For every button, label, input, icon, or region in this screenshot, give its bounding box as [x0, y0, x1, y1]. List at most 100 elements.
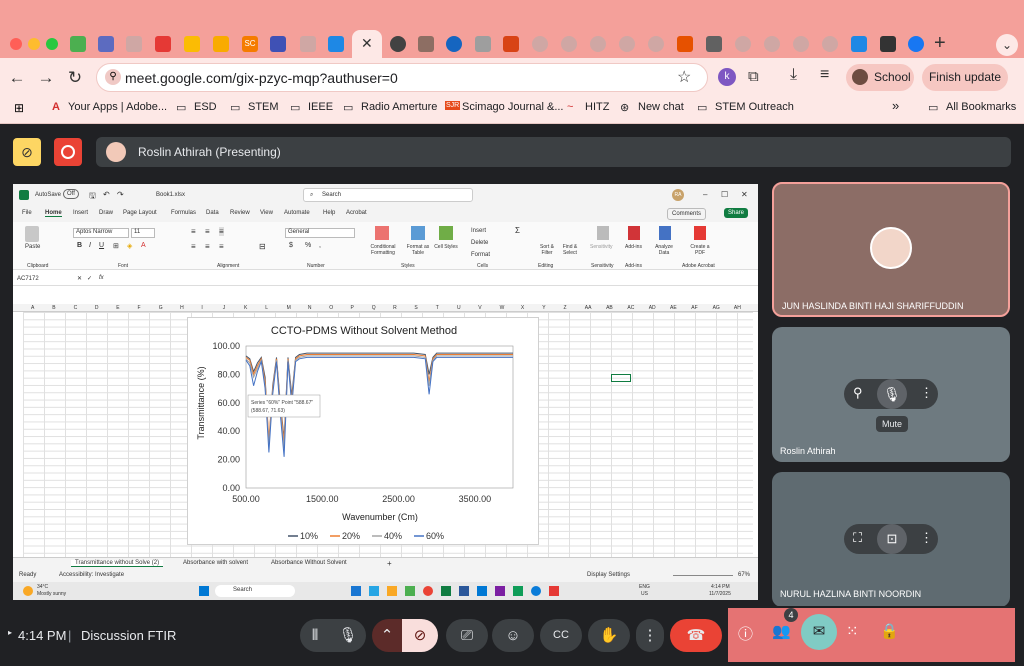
tab-icon[interactable]	[677, 36, 693, 52]
currency-icon[interactable]: $	[289, 242, 293, 249]
paste-icon[interactable]	[25, 226, 39, 242]
tab-icon[interactable]	[561, 36, 577, 52]
user-avatar[interactable]: RA	[672, 189, 684, 201]
sensitivity-button[interactable]: Sensitivity	[590, 244, 613, 250]
name-box[interactable]: AC7172	[17, 276, 67, 286]
pin-icon[interactable]: ⚲	[853, 385, 863, 401]
taskbar-app-icon[interactable]	[387, 586, 397, 596]
column-header[interactable]: AG	[713, 305, 720, 311]
column-header[interactable]: AH	[734, 305, 741, 311]
frame-icon[interactable]: ⛶	[853, 530, 862, 546]
tab-icon[interactable]	[764, 36, 780, 52]
cancel-icon[interactable]: ✕	[77, 275, 82, 282]
tab-icon[interactable]	[822, 36, 838, 52]
cell-styles-icon[interactable]	[439, 226, 453, 240]
tab-icon[interactable]	[706, 36, 722, 52]
address-bar[interactable]: ⚲ meet.google.com/gix-pzyc-mqp?authuser=…	[96, 63, 708, 92]
record-button[interactable]	[54, 138, 82, 166]
sensitivity-icon[interactable]	[597, 226, 609, 240]
column-header[interactable]: J	[223, 305, 226, 311]
format-as-table-button[interactable]: Format as Table	[401, 244, 435, 256]
tab-icon[interactable]	[619, 36, 635, 52]
taskbar-word-icon[interactable]	[459, 586, 469, 596]
more-options-icon[interactable]: ⋮	[636, 619, 664, 652]
align-top-icon[interactable]: ≡	[191, 227, 196, 236]
column-header[interactable]: M	[287, 305, 291, 311]
tab-review[interactable]: Review	[230, 210, 250, 216]
tab-active[interactable]: ✕	[352, 30, 382, 58]
more-options-icon[interactable]: ⋮	[920, 385, 933, 401]
start-icon[interactable]	[199, 586, 209, 596]
taskbar-app-icon[interactable]	[513, 586, 523, 596]
column-header[interactable]: D	[95, 305, 99, 311]
column-header[interactable]: AD	[649, 305, 656, 311]
analyze-data-button[interactable]: Analyze Data	[653, 244, 675, 256]
share-button[interactable]: Share	[724, 208, 749, 218]
column-header[interactable]: AA	[585, 305, 592, 311]
bookmark-item[interactable]: Scimago Journal &...	[462, 101, 564, 113]
tab-icon[interactable]	[70, 36, 86, 52]
conditional-formatting-icon[interactable]	[375, 226, 389, 240]
number-format-field[interactable]: General	[285, 228, 355, 238]
taskbar-app-icon[interactable]	[423, 586, 433, 596]
apps-icon[interactable]: ⊞	[14, 101, 24, 115]
tab-view[interactable]: View	[260, 210, 273, 216]
comments-button[interactable]: Comments	[667, 208, 707, 220]
close-tab-icon[interactable]: ✕	[361, 35, 373, 52]
align-bottom-icon[interactable]: ≡	[219, 227, 224, 236]
fx-label[interactable]: fx	[99, 275, 104, 281]
audio-options-icon[interactable]: ⦀	[300, 619, 330, 652]
column-header[interactable]: A	[31, 305, 34, 311]
tab-icon[interactable]	[735, 36, 751, 52]
site-info-icon[interactable]: ⚲	[105, 69, 121, 85]
tab-icon[interactable]	[446, 36, 462, 52]
captions-off-icon[interactable]: ⊘	[13, 138, 41, 166]
tab-automate[interactable]: Automate	[284, 210, 310, 216]
tab-icon[interactable]	[590, 36, 606, 52]
column-header[interactable]: I	[201, 305, 202, 311]
bookmark-item[interactable]: Your Apps | Adobe...	[68, 101, 167, 113]
find-select-button[interactable]: Find & Select	[559, 244, 581, 256]
download-icon[interactable]: ⤓	[790, 66, 797, 84]
camera-off-icon[interactable]: ⊘	[402, 619, 438, 652]
close-window-icon[interactable]	[10, 38, 22, 50]
maximize-window-icon[interactable]	[46, 38, 58, 50]
percent-icon[interactable]: %	[305, 242, 311, 249]
autosum-icon[interactable]: Σ	[515, 226, 520, 235]
column-header[interactable]: AF	[691, 305, 697, 311]
bookmark-item[interactable]: STEM Outreach	[715, 101, 794, 113]
tab-icon[interactable]	[503, 36, 519, 52]
tab-help[interactable]: Help	[323, 210, 335, 216]
tab-icon[interactable]	[300, 36, 316, 52]
tab-insert[interactable]: Insert	[73, 210, 88, 216]
autosave-toggle[interactable]: Off	[63, 189, 79, 199]
taskbar-app-icon[interactable]	[369, 586, 379, 596]
column-header[interactable]: H	[180, 305, 184, 311]
taskbar-search[interactable]: Search	[215, 585, 295, 597]
tab-formulas[interactable]: Formulas	[171, 210, 196, 216]
new-tab-icon[interactable]: +	[934, 32, 946, 55]
video-options-icon[interactable]: ⌃	[372, 619, 402, 652]
media-icon[interactable]: ≡	[820, 66, 829, 84]
column-header[interactable]: F	[138, 305, 141, 311]
raise-hand-icon[interactable]: ✋	[588, 619, 630, 652]
tab-icon[interactable]	[155, 36, 171, 52]
format-cells-button[interactable]: Format	[471, 252, 490, 258]
bookmark-item[interactable]: STEM	[248, 101, 279, 113]
present-icon[interactable]: ⎚	[446, 619, 488, 652]
drive-icon[interactable]	[184, 36, 200, 52]
create-pdf-button[interactable]: Create a PDF	[688, 244, 712, 256]
tab-page-layout[interactable]: Page Layout	[123, 210, 157, 216]
meeting-info-icon[interactable]: ⓘ	[738, 623, 753, 644]
participant-tile[interactable]: ⚲ 🎙 ⋮ Mute Roslin Athirah	[772, 327, 1010, 462]
column-header[interactable]: B	[52, 305, 55, 311]
column-header[interactable]: Z	[564, 305, 567, 311]
zoom-slider[interactable]	[673, 575, 733, 576]
expand-icon[interactable]: ▸	[8, 628, 12, 637]
tab-home[interactable]: Home	[45, 210, 62, 217]
column-header[interactable]: P	[351, 305, 354, 311]
chat-icon[interactable]: ✉	[801, 614, 837, 650]
emoji-icon[interactable]: ☺	[492, 619, 534, 652]
finish-update-button[interactable]: Finish update	[922, 64, 1008, 91]
people-icon[interactable]: 👥	[772, 622, 791, 640]
